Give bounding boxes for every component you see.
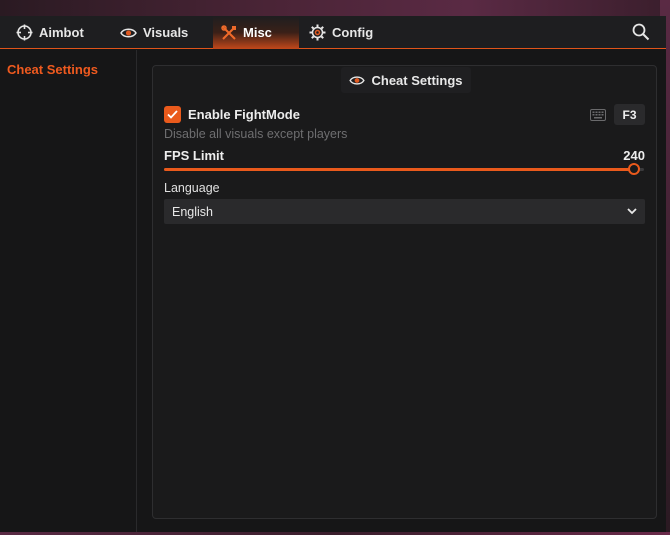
search-icon[interactable] (632, 23, 650, 41)
language-label: Language (164, 181, 220, 195)
fightmode-description: Disable all visuals except players (164, 127, 348, 141)
window-backdrop-top (0, 0, 670, 16)
language-selected-value: English (172, 204, 213, 219)
tab-aimbot-label: Aimbot (39, 25, 84, 40)
sidebar-item-cheat-settings[interactable]: Cheat Settings (7, 62, 98, 77)
tab-misc-label: Misc (243, 25, 272, 40)
sidebar: Cheat Settings (0, 50, 137, 532)
tab-misc[interactable]: Misc (213, 16, 299, 49)
fps-limit-slider[interactable] (164, 163, 644, 176)
language-dropdown[interactable]: English (164, 199, 645, 224)
tab-visuals-label: Visuals (143, 25, 189, 40)
tab-config[interactable]: Config (301, 16, 381, 49)
main-content: Cheat Settings Enable FightMode F3 Disab… (137, 50, 666, 532)
fightmode-keybind-button[interactable]: F3 (614, 104, 645, 125)
fightmode-checkbox[interactable] (164, 106, 181, 123)
checkmark-icon (167, 110, 178, 119)
top-tab-bar: Aimbot Visuals Misc Config (0, 16, 666, 49)
eye-icon (120, 28, 137, 37)
slider-thumb[interactable] (628, 163, 640, 175)
tab-config-label: Config (332, 25, 374, 40)
tab-visuals[interactable]: Visuals (112, 16, 196, 49)
cheat-menu-window: Aimbot Visuals Misc Config Cheat Setting… (0, 16, 666, 532)
eye-icon (349, 75, 366, 85)
panel-title-label: Cheat Settings (371, 72, 463, 88)
panel-title: Cheat Settings (341, 67, 471, 93)
fps-limit-label: FPS Limit (164, 148, 224, 163)
keyboard-icon (590, 109, 606, 121)
tools-icon (221, 24, 236, 40)
tab-aimbot[interactable]: Aimbot (8, 16, 92, 49)
cheat-settings-panel: Cheat Settings Enable FightMode F3 Disab… (152, 65, 657, 519)
slider-fill (164, 168, 634, 171)
fightmode-label[interactable]: Enable FightMode (188, 107, 300, 122)
fps-limit-value: 240 (623, 148, 645, 163)
gear-icon (309, 24, 326, 41)
crosshair-icon (16, 24, 33, 41)
chevron-down-icon (627, 208, 637, 215)
